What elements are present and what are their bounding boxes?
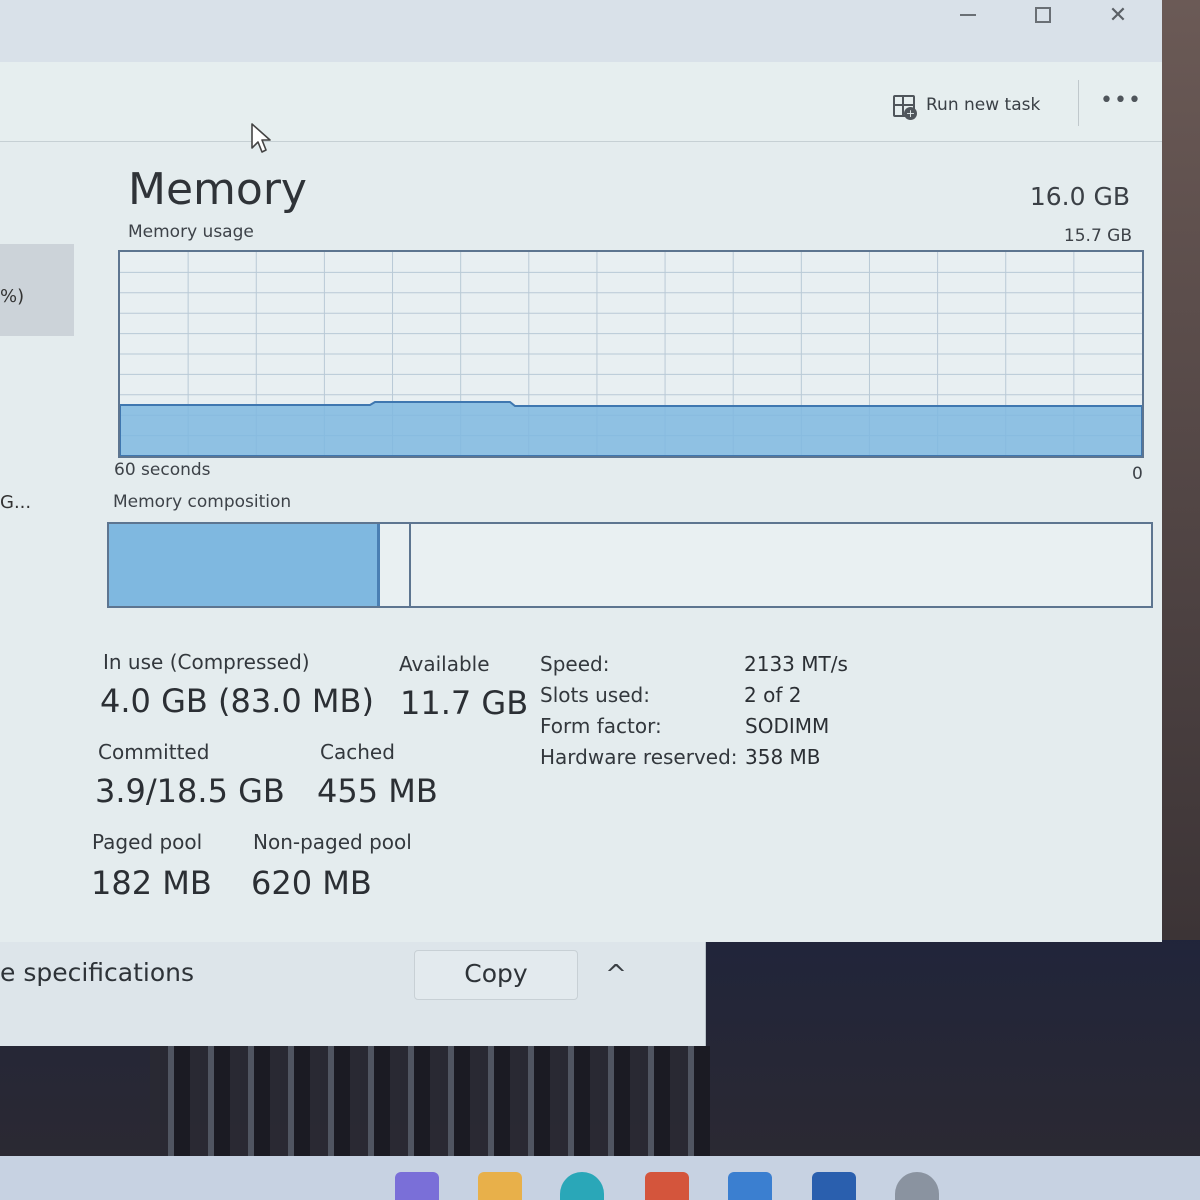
memory-composition-bar — [107, 522, 1153, 608]
in-use-value: 4.0 GB (83.0 MB) — [100, 682, 374, 720]
specifications-heading: e specifications — [0, 958, 195, 987]
form-factor-value: SODIMM — [745, 714, 830, 738]
memory-usage-area — [120, 401, 1142, 456]
speed-value: 2133 MT/s — [744, 652, 848, 676]
hardware-reserved-label: Hardware reserved: — [540, 745, 738, 769]
hardware-reserved-value: 358 MB — [745, 745, 821, 769]
cached-label: Cached — [320, 740, 395, 764]
maximize-icon — [1035, 7, 1051, 23]
memory-usage-label: Memory usage — [128, 222, 254, 242]
graph-time-label: 60 seconds — [114, 460, 211, 480]
run-task-icon — [892, 94, 917, 120]
run-new-task-label: Run new task — [926, 95, 1041, 115]
speed-label: Speed: — [540, 652, 610, 676]
cached-value: 455 MB — [317, 772, 438, 810]
desktop-edge — [1162, 0, 1200, 940]
toolbar-divider — [1078, 80, 1079, 126]
desktop-screen: ✕ Run new task ••• %) G... Memory 16.0 G… — [0, 0, 1200, 1200]
non-paged-pool-label: Non-paged pool — [253, 830, 412, 854]
form-factor-label: Form factor: — [540, 714, 662, 738]
sidebar-item-label: G... — [0, 492, 32, 513]
composition-modified-segment — [380, 524, 412, 606]
desktop-wallpaper — [150, 1046, 710, 1156]
copy-button[interactable]: Copy — [414, 950, 578, 1000]
mail-icon[interactable] — [728, 1172, 772, 1200]
run-new-task-button[interactable]: Run new task — [892, 90, 1040, 120]
slots-used-value: 2 of 2 — [744, 683, 802, 707]
maximize-button[interactable] — [1013, 0, 1073, 30]
memory-usage-graph — [118, 250, 1144, 458]
graph-time-end: 0 — [1132, 464, 1143, 484]
close-icon: ✕ — [1108, 2, 1128, 28]
paged-pool-value: 182 MB — [91, 864, 212, 902]
taskbar-app-icon[interactable] — [395, 1172, 439, 1200]
total-memory: 16.0 GB — [1029, 182, 1130, 211]
non-paged-pool-value: 620 MB — [251, 864, 372, 902]
memory-composition-label: Memory composition — [113, 492, 292, 512]
task-manager-icon[interactable] — [812, 1172, 856, 1200]
chevron-up-icon[interactable]: ^ — [600, 960, 632, 990]
mouse-cursor-icon — [251, 123, 271, 153]
sidebar-item-label: %) — [0, 286, 25, 307]
committed-label: Committed — [98, 740, 210, 764]
slots-used-label: Slots used: — [540, 683, 650, 707]
available-value: 11.7 GB — [400, 684, 529, 722]
available-label: Available — [399, 652, 490, 676]
store-icon[interactable] — [645, 1172, 689, 1200]
committed-value: 3.9/18.5 GB — [95, 772, 285, 810]
task-manager-window: ✕ Run new task ••• %) G... Memory 16.0 G… — [0, 0, 1162, 942]
graph-canvas — [120, 252, 1142, 456]
paged-pool-label: Paged pool — [92, 830, 203, 854]
minimize-button[interactable] — [938, 0, 998, 30]
page-title: Memory — [128, 164, 307, 215]
folder-icon[interactable] — [478, 1172, 522, 1200]
close-button[interactable]: ✕ — [1088, 0, 1148, 30]
memory-usage-max: 15.7 GB — [1063, 226, 1132, 246]
composition-in-use-segment — [109, 524, 380, 606]
more-options-button[interactable]: ••• — [1100, 88, 1141, 118]
minimize-icon — [960, 14, 976, 16]
in-use-label: In use (Compressed) — [103, 650, 310, 674]
